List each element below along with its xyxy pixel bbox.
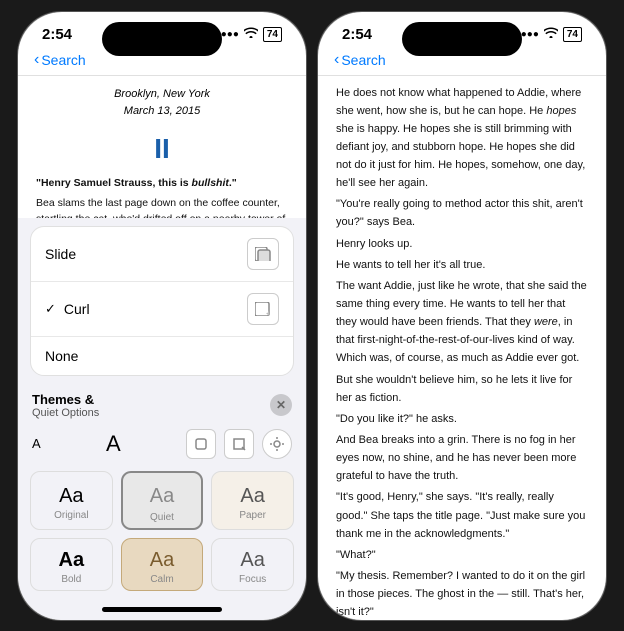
theme-original-aa: Aa xyxy=(59,485,83,508)
themes-header: Themes & Quiet Options ✕ xyxy=(18,384,306,423)
close-button[interactable]: ✕ xyxy=(270,394,292,416)
theme-focus-label: Focus xyxy=(239,574,266,585)
battery-icon: 74 xyxy=(263,27,282,42)
status-icons-left: ●●● 74 xyxy=(221,27,282,42)
left-phone: 2:54 ●●● 74 ‹ Search xyxy=(17,11,307,621)
book-location: Brooklyn, New York March 13, 2015 xyxy=(36,86,288,121)
signal-icon: ●●● xyxy=(221,29,239,40)
font-tool-2[interactable] xyxy=(224,429,254,459)
theme-quiet-aa: Aa xyxy=(129,483,196,510)
bottom-panel: Slide ✓ Curl xyxy=(18,218,306,620)
theme-calm-aa: Aa xyxy=(150,549,174,572)
theme-calm[interactable]: Aa Calm xyxy=(121,538,204,591)
dynamic-island-right xyxy=(402,22,522,56)
home-indicator-left xyxy=(102,607,222,612)
theme-paper-label: Paper xyxy=(239,510,266,521)
back-label-left: Search xyxy=(41,52,85,68)
signal-icon-right: ●●● xyxy=(521,29,539,40)
slide-icon-slide xyxy=(247,238,279,270)
back-label-right: Search xyxy=(341,52,385,68)
themes-subtitle: Quiet Options xyxy=(32,407,99,419)
slide-item-label-slide: Slide xyxy=(45,246,76,262)
font-size-row: A A xyxy=(18,423,306,465)
slide-item-label-curl: Curl xyxy=(64,301,90,317)
check-mark-curl: ✓ xyxy=(45,301,56,317)
font-small[interactable]: A xyxy=(32,436,41,451)
phones-container: 2:54 ●●● 74 ‹ Search xyxy=(17,11,607,621)
status-icons-right: ●●● 74 xyxy=(521,27,582,42)
chapter-number: II xyxy=(36,127,288,172)
slide-icon-curl xyxy=(247,293,279,325)
slide-item-none[interactable]: None xyxy=(31,337,293,375)
slide-item-curl[interactable]: ✓ Curl xyxy=(31,282,293,337)
time-left: 2:54 xyxy=(42,26,72,43)
theme-quiet-label: Quiet xyxy=(150,512,174,523)
font-tool-1[interactable] xyxy=(186,429,216,459)
themes-grid: Aa Original Aa Quiet Aa Paper Aa Bold xyxy=(18,465,306,601)
brightness-button[interactable] xyxy=(262,429,292,459)
theme-focus[interactable]: Aa Focus xyxy=(211,538,294,591)
slide-item-label-none: None xyxy=(45,348,78,364)
theme-original-label: Original xyxy=(54,510,88,521)
font-large[interactable]: A xyxy=(106,431,121,457)
time-right: 2:54 xyxy=(342,26,372,43)
theme-bold[interactable]: Aa Bold xyxy=(30,538,113,591)
theme-paper[interactable]: Aa Paper xyxy=(211,471,294,530)
right-phone: 2:54 ●●● 74 ‹ Search He does xyxy=(317,11,607,621)
battery-icon-right: 74 xyxy=(563,27,582,42)
reading-content: He does not know what happened to Addie,… xyxy=(318,76,606,620)
slide-menu: Slide ✓ Curl xyxy=(30,226,294,376)
theme-quiet[interactable]: Aa Quiet xyxy=(121,471,204,530)
back-chevron-right: ‹ xyxy=(334,51,339,69)
slide-item-slide[interactable]: Slide xyxy=(31,227,293,282)
wifi-icon xyxy=(244,27,258,41)
back-chevron-left: ‹ xyxy=(34,51,39,69)
theme-bold-aa: Aa xyxy=(59,549,85,572)
theme-focus-aa: Aa xyxy=(240,549,264,572)
wifi-icon-right xyxy=(544,27,558,41)
dynamic-island xyxy=(102,22,222,56)
theme-paper-aa: Aa xyxy=(240,485,264,508)
back-button-right[interactable]: ‹ Search xyxy=(334,51,386,69)
themes-title: Themes & xyxy=(32,392,94,407)
theme-bold-label: Bold xyxy=(61,574,81,585)
back-button-left[interactable]: ‹ Search xyxy=(34,51,86,69)
font-tools xyxy=(186,429,292,459)
theme-original[interactable]: Aa Original xyxy=(30,471,113,530)
theme-calm-label: Calm xyxy=(150,574,173,585)
